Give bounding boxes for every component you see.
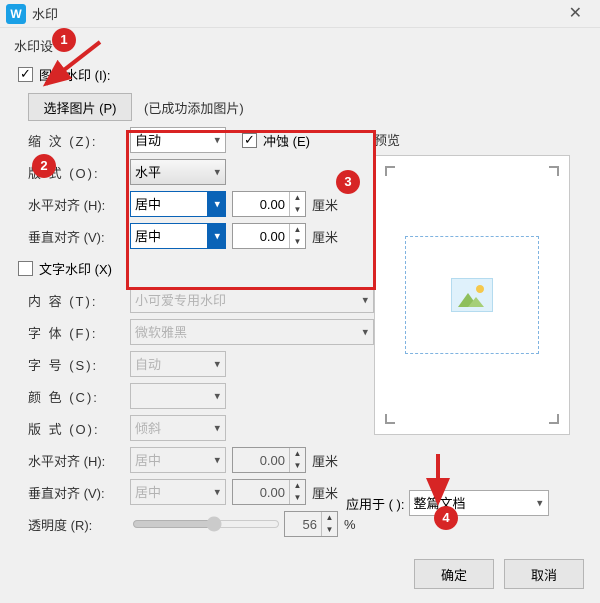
valign-offset-spin[interactable]: ▲▼: [232, 223, 306, 249]
erode-checkbox[interactable]: [242, 133, 257, 148]
close-button[interactable]: ✕: [563, 4, 588, 24]
app-icon: W: [6, 4, 26, 24]
text-watermark-label: 文字水印 (X): [39, 259, 112, 278]
halign-offset-value[interactable]: [233, 196, 289, 213]
titlebar: W 水印 ✕: [0, 0, 600, 28]
opacity-value: [285, 516, 321, 533]
zoom-label: 缩 汶 (Z):: [28, 131, 130, 150]
valign-offset-value[interactable]: [233, 228, 289, 245]
valign-label: 垂直对齐 (V):: [28, 227, 130, 246]
apply-label: 应用于 ( ):: [346, 494, 405, 513]
text-valign-label: 垂直对齐 (V):: [28, 483, 130, 502]
opacity-unit: %: [344, 517, 356, 532]
valign-combo[interactable]: 居中: [130, 223, 226, 249]
chevron-down-icon[interactable]: ▼: [290, 204, 305, 216]
text-halign-combo: 居中: [130, 447, 226, 473]
image-watermark-label: 图片水印 (I):: [39, 65, 111, 84]
select-image-button[interactable]: 选择图片 (P): [28, 93, 132, 121]
halign-offset-spin[interactable]: ▲▼: [232, 191, 306, 217]
cancel-button[interactable]: 取消: [504, 559, 584, 589]
preview-label: 预览: [374, 130, 584, 149]
size-label: 字 号 (S):: [28, 355, 130, 374]
layout-label: 版 式 (O):: [28, 163, 130, 182]
text-valign-combo: 居中: [130, 479, 226, 505]
watermark-area: [405, 236, 539, 354]
preview-pane: [374, 155, 570, 435]
erode-label: 冲蚀 (E): [263, 131, 310, 150]
font-combo: 微软雅黑: [130, 319, 374, 345]
text-valign-unit: 厘米: [312, 483, 338, 502]
image-watermark-checkbox[interactable]: [18, 67, 33, 82]
font-label: 字 体 (F):: [28, 323, 130, 342]
opacity-label: 透明度 (R):: [28, 515, 130, 534]
text-layout-label: 版 式 (O):: [28, 419, 130, 438]
opacity-spin: ▲▼: [284, 511, 338, 537]
color-combo: [130, 383, 226, 409]
ok-button[interactable]: 确定: [414, 559, 494, 589]
color-label: 颜 色 (C):: [28, 387, 130, 406]
text-halign-label: 水平对齐 (H):: [28, 451, 130, 470]
halign-label: 水平对齐 (H):: [28, 195, 130, 214]
size-combo: 自动: [130, 351, 226, 377]
text-watermark-checkbox[interactable]: [18, 261, 33, 276]
text-valign-offset-spin: ▲▼: [232, 479, 306, 505]
content-label: 内 容 (T):: [28, 291, 130, 310]
window-title: 水印: [32, 4, 58, 23]
apply-combo[interactable]: 整篇文档: [409, 490, 549, 516]
valign-unit: 厘米: [312, 227, 338, 246]
chevron-up-icon[interactable]: ▲: [290, 192, 305, 204]
section-heading: 水印设: [14, 36, 588, 55]
layout-combo[interactable]: 水平: [130, 159, 226, 185]
text-layout-combo: 倾斜: [130, 415, 226, 441]
halign-unit: 厘米: [312, 195, 338, 214]
text-halign-unit: 厘米: [312, 451, 338, 470]
chevron-up-icon[interactable]: ▲: [290, 224, 305, 236]
text-valign-offset-value: [233, 484, 289, 501]
opacity-slider: [132, 516, 280, 532]
text-halign-offset-value: [233, 452, 289, 469]
halign-combo[interactable]: 居中: [130, 191, 226, 217]
zoom-combo[interactable]: 自动: [130, 127, 226, 153]
content-combo: 小可爱专用水印: [130, 287, 374, 313]
select-image-hint: (已成功添加图片): [144, 98, 244, 117]
chevron-down-icon[interactable]: ▼: [290, 236, 305, 248]
text-halign-offset-spin: ▲▼: [232, 447, 306, 473]
image-placeholder-icon: [451, 278, 493, 312]
